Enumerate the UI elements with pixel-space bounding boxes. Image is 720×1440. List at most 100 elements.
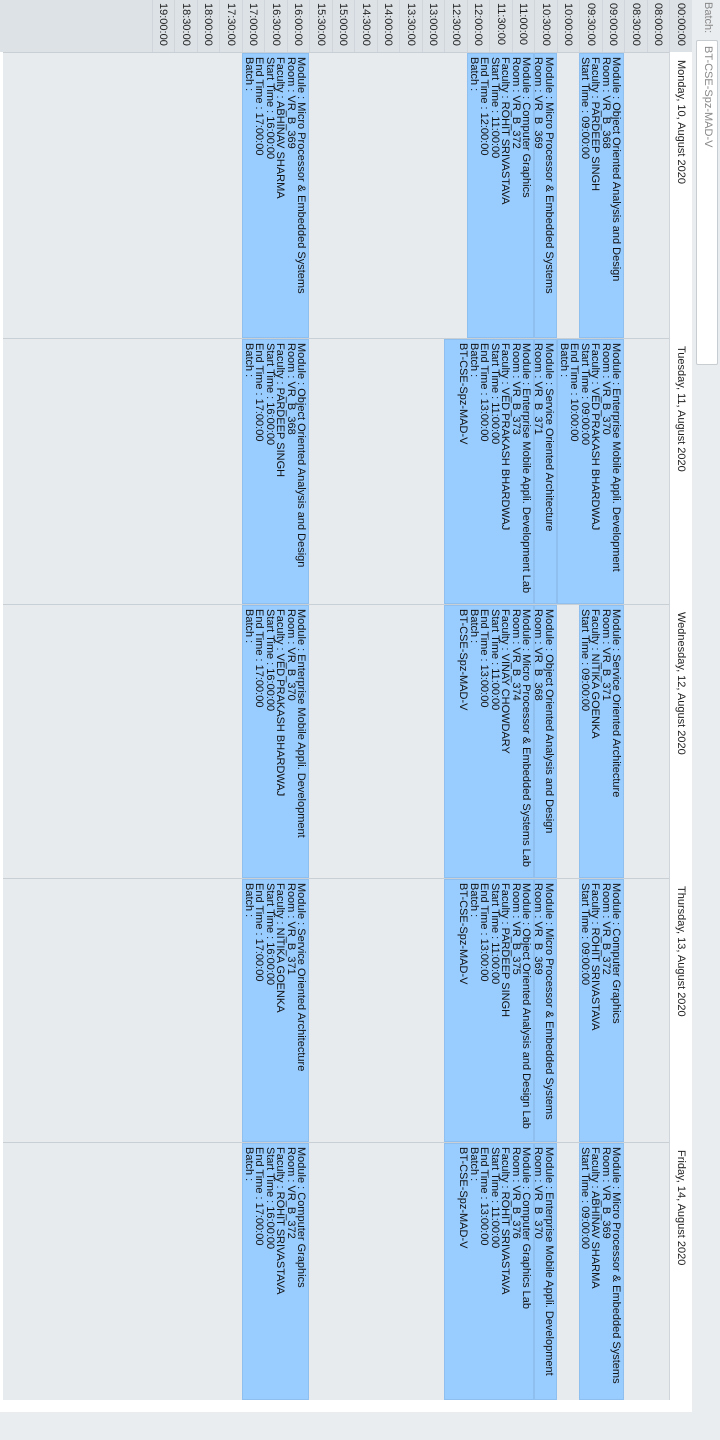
event-line: Faculty : ROHIT SRIVASTAVA — [499, 57, 512, 205]
event-card[interactable]: Module : Enterprise Mobile Appli. Develo… — [242, 605, 310, 878]
event-line: Faculty : ROHIT SRIVASTAVA — [589, 883, 602, 1031]
event-card[interactable]: Module : Micro Processor & Embedded Syst… — [534, 879, 557, 1142]
event-line: Start Time : 11:00:00 — [489, 609, 501, 711]
event-line: BT-CSE-Spz-MAD-V — [557, 343, 560, 445]
event-line: Module : Micro Processor & Embedded Syst… — [295, 57, 308, 294]
event-card[interactable]: Module : Computer Graphics Lab Room : VR_… — [444, 1143, 535, 1400]
event-line: End Time : 17:00:00 — [253, 343, 266, 442]
event-line: Module : Computer Graphics — [295, 1147, 308, 1288]
event-card[interactable]: Module : Service Oriented Architecture Ro… — [242, 879, 310, 1142]
event-line: Room : VR_B_372 — [600, 883, 612, 975]
event-line: Faculty : VINAY CHOWDARY — [499, 609, 512, 754]
event-line: BT-CSE-Spz-MAD-V — [467, 57, 470, 159]
event-line: Batch : — [468, 1147, 480, 1182]
event-card[interactable]: Module : Micro Processor & Embedded Syst… — [579, 1143, 625, 1400]
event-line: Room : VR_B_375 — [510, 883, 522, 975]
event-line: Faculty : PARDEEP SINGH — [589, 57, 602, 192]
event-line: Faculty : VED PRAKASH BHARDWAJ — [274, 609, 287, 797]
event-card[interactable]: Module : Enterprise Mobile Appli. Develo… — [444, 339, 535, 604]
event-line: Room : VR_B_368 — [285, 343, 297, 435]
event-card[interactable]: Module : Computer Graphics Room : VR_B_37… — [467, 53, 535, 338]
event-card[interactable]: Module : Enterprise Mobile Appli. Develo… — [557, 339, 625, 604]
time-label: 15:30:00 — [309, 0, 332, 52]
event-line: Module : Enterprise Mobile Appli. Develo… — [543, 1147, 555, 1376]
time-label: 08:00:00 — [647, 0, 670, 52]
day-header: Friday, 14, August 2020 — [669, 1142, 692, 1400]
event-line: Module : Object Oriented Analysis and De… — [295, 343, 308, 568]
event-line: Start Time : 11:00:00 — [489, 1147, 501, 1249]
event-line: Room : VR_B_372 — [285, 1147, 297, 1239]
event-card[interactable]: Module : Micro Processor & Embedded Syst… — [444, 605, 535, 878]
event-line: Module : Object Oriented Analysis and De… — [543, 609, 555, 834]
event-line: Room : VR_B_374 — [510, 609, 522, 701]
event-line: BT-CSE-Spz-MAD-V — [457, 343, 470, 445]
event-line: Batch : — [468, 57, 480, 92]
event-card[interactable]: Module : Computer Graphics Room : VR_B_37… — [242, 1143, 310, 1400]
event-line: BT-CSE-Spz-MAD-V — [242, 883, 245, 985]
event-line: End Time : 13:00:00 — [478, 1147, 491, 1246]
batch-select[interactable]: BT-CSE-Spz-MAD-V — [696, 40, 718, 365]
event-line: Module : Computer Graphics — [610, 883, 623, 1024]
event-line: Faculty : ROHIT SRIVASTAVA — [274, 1147, 287, 1295]
time-label: 11:00:00 — [512, 0, 535, 52]
event-line: End Time : 17:00:00 — [253, 1147, 266, 1246]
event-line: Batch : — [243, 343, 255, 378]
event-line: End Time : 13:00:00 — [478, 609, 491, 708]
event-line: Start Time : 16:00:00 — [264, 343, 276, 446]
event-line: BT-CSE-Spz-MAD-V — [457, 883, 470, 985]
event-line: Faculty : PARDEEP SINGH — [499, 883, 512, 1018]
event-line: Module : Computer Graphics — [520, 57, 533, 198]
event-line: Room : VR_B_369 — [600, 1147, 612, 1239]
event-line: Start Time : 11:00:00 — [489, 343, 501, 445]
event-line: Faculty : PARDEEP SINGH — [274, 343, 287, 478]
event-line: BT-CSE-Spz-MAD-V — [457, 1147, 470, 1249]
event-card[interactable]: Module : Micro Processor & Embedded Syst… — [534, 53, 557, 338]
event-card[interactable]: Module : Micro Processor & Embedded Syst… — [242, 53, 310, 338]
time-label: 10:00:00 — [557, 0, 580, 52]
day-header: Thursday, 13, August 2020 — [669, 878, 692, 1142]
event-line: BT-CSE-Spz-MAD-V — [242, 1147, 245, 1249]
time-label: 09:00:00 — [602, 0, 625, 52]
event-line: End Time : 17:00:00 — [253, 57, 266, 156]
event-line: Start Time : 16:00:00 — [264, 883, 276, 986]
event-card[interactable]: Module : Service Oriented Architecture Ro… — [579, 605, 625, 878]
event-line: Start Time : 09:00:00 — [579, 343, 591, 446]
event-card[interactable]: Module : Object Oriented Analysis and De… — [534, 605, 557, 878]
time-label: 13:00:00 — [422, 0, 445, 52]
event-line: Faculty : VED PRAKASH BHARDWAJ — [589, 343, 602, 531]
event-card[interactable]: Module : Object Oriented Analysis and De… — [444, 879, 535, 1142]
event-line: BT-CSE-Spz-MAD-V — [242, 609, 245, 711]
time-label: 18:00:00 — [197, 0, 220, 52]
event-line: Batch : — [243, 1147, 255, 1182]
time-label: 19:00:00 — [152, 0, 175, 52]
event-line: End Time : 17:00:00 — [253, 609, 266, 708]
batch-label: Batch: — [702, 2, 714, 34]
event-line: End Time : 10:00:00 — [568, 343, 581, 442]
event-card[interactable]: Module : Object Oriented Analysis and De… — [579, 53, 625, 338]
event-line: Batch : — [243, 609, 255, 644]
day-column: Module : Object Oriented Analysis and De… — [3, 52, 669, 338]
time-label: 10:30:00 — [534, 0, 557, 52]
day-header: Tuesday, 11, August 2020 — [669, 338, 692, 604]
event-line: Module : Enterprise Mobile Appli. Develo… — [295, 609, 308, 838]
event-card[interactable]: Module : Service Oriented Architecture Ro… — [534, 339, 557, 604]
event-line: Module : Micro Processor & Embedded Syst… — [610, 1147, 623, 1384]
event-card[interactable]: Module : Computer Graphics Room : VR_B_37… — [579, 879, 625, 1142]
timetable-view: Batch: BT-CSE-Spz-MAD-V 00:00:00 08:00:00… — [0, 0, 720, 1412]
event-line: Faculty : NITIKA GOENKA — [274, 883, 287, 1013]
event-line: Start Time : 09:00:00 — [579, 609, 592, 712]
time-label: 17:00:00 — [242, 0, 265, 52]
event-card[interactable]: Module : Enterprise Mobile Appli. Develo… — [534, 1143, 557, 1400]
day-header: Monday, 10, August 2020 — [669, 52, 692, 338]
bottom-bar — [0, 1412, 720, 1440]
event-line: Start Time : 09:00:00 — [579, 57, 592, 160]
event-line: Faculty : ABHINAV SHARMA — [589, 1147, 602, 1289]
event-card[interactable]: Module : Object Oriented Analysis and De… — [242, 339, 310, 604]
event-line: End Time : 13:00:00 — [478, 883, 491, 982]
time-label: 12:00:00 — [467, 0, 490, 52]
time-label: 16:30:00 — [264, 0, 287, 52]
day-column: Module : Service Oriented Architecture Ro… — [3, 604, 669, 878]
day-header: Wednesday, 12, August 2020 — [669, 604, 692, 878]
event-line: Module : Object Oriented Analysis and De… — [610, 57, 623, 282]
event-line: Start Time : 09:00:00 — [579, 883, 592, 986]
